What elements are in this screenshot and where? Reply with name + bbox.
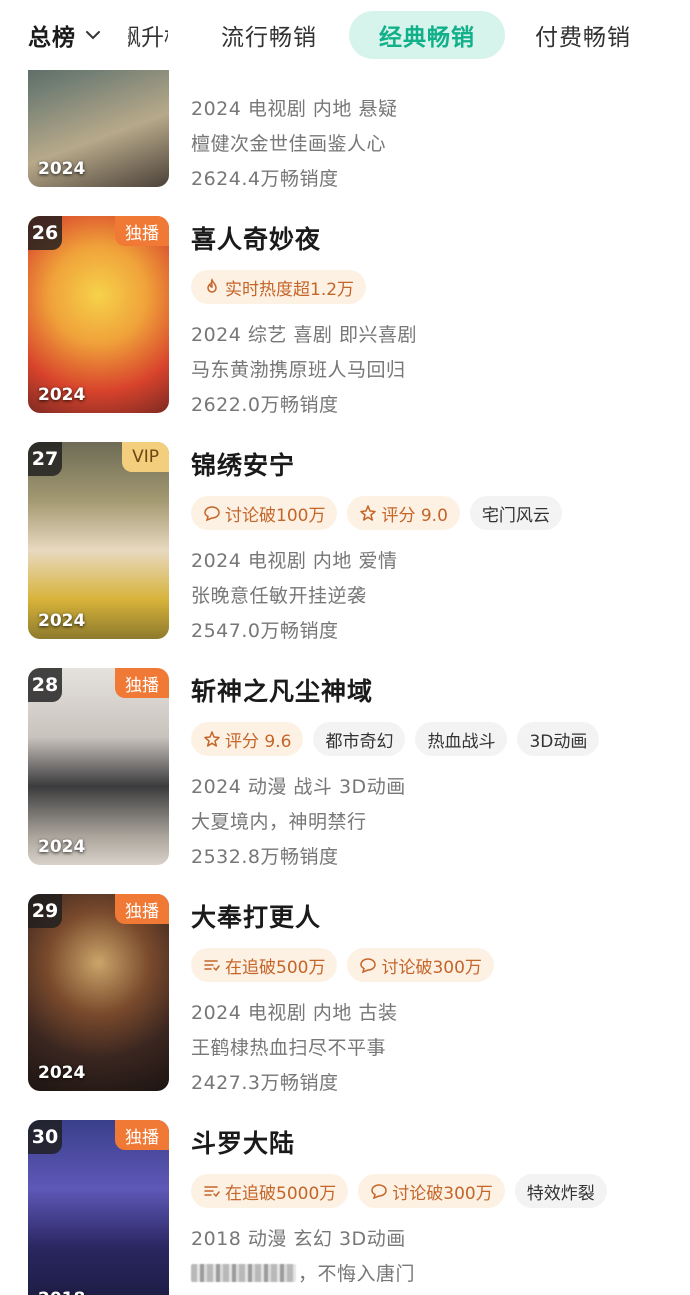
tag-label: 讨论破300万 xyxy=(381,957,482,978)
list-item[interactable]: 2024 2024 电视剧 内地 悬疑 檀健次金世佳画鉴人心 2624.4万畅销… xyxy=(0,70,690,216)
vip-badge: VIP xyxy=(122,442,169,472)
tag-label: 讨论破300万 xyxy=(392,1183,493,1204)
item-title[interactable]: 大奉打更人 xyxy=(191,898,321,934)
chat-bubble-icon xyxy=(204,506,220,522)
category-tab-bar: 总榜 飙升榜 流行畅销 经典畅销 付费畅销 xyxy=(0,0,690,70)
meta-line: 2024 电视剧 内地 悬疑 xyxy=(191,98,398,120)
tab-total-label: 总榜 xyxy=(28,25,76,51)
description: 大夏境内，神明禁行 xyxy=(191,811,367,833)
genre-tag: 热血战斗 xyxy=(415,722,508,756)
tab-paid-sales[interactable]: 付费畅销 xyxy=(535,18,631,52)
list-item[interactable]: 28 独播 2024 斩神之凡尘神域 评分 9.6 都市奇幻 热血战斗 3D动画… xyxy=(0,668,690,894)
poster-year: 2024 xyxy=(38,1063,86,1083)
description: 马东黄渤携原班人马回归 xyxy=(191,359,406,381)
meta-line: 2024 动漫 战斗 3D动画 xyxy=(191,776,406,798)
tag-list: 在追破500万 讨论破300万 xyxy=(191,948,494,982)
ranking-list: 2024 2024 电视剧 内地 悬疑 檀健次金世佳画鉴人心 2624.4万畅销… xyxy=(0,70,690,1295)
description: ，不悔入唐门 xyxy=(191,1259,415,1286)
hot-tag: 评分 9.6 xyxy=(191,722,304,756)
tag-label: 评分 9.0 xyxy=(381,505,448,526)
tag-label: 在追破500万 xyxy=(225,957,326,978)
chat-bubble-icon xyxy=(371,1184,388,1200)
rank-number: 27 xyxy=(28,442,62,476)
genre-tag: 宅门风云 xyxy=(469,496,562,530)
star-icon xyxy=(204,731,220,747)
item-title[interactable]: 喜人奇妙夜 xyxy=(191,220,321,256)
exclusive-badge: 独播 xyxy=(115,1120,169,1150)
rank-number: 30 xyxy=(28,1120,62,1154)
hot-tag: 讨论破300万 xyxy=(347,948,494,982)
exclusive-badge: 独播 xyxy=(115,216,169,246)
meta-line: 2024 综艺 喜剧 即兴喜剧 xyxy=(191,324,417,346)
poster[interactable]: 26 独播 2024 xyxy=(28,216,169,413)
sales-count: 2622.0万畅销度 xyxy=(191,394,339,416)
item-title[interactable]: 斗罗大陆 xyxy=(191,1124,295,1160)
tag-label: 讨论破100万 xyxy=(225,505,326,526)
tab-total-rank[interactable]: 总榜 xyxy=(28,18,102,52)
rank-number: 28 xyxy=(28,668,62,702)
rank-number: 26 xyxy=(28,216,62,250)
poster[interactable]: 28 独播 2024 xyxy=(28,668,169,865)
chevron-down-icon xyxy=(86,31,100,40)
genre-tag: 特效炸裂 xyxy=(514,1174,607,1208)
tab-partial-label: 飙升榜 xyxy=(128,25,168,51)
hot-tag: 实时热度超1.2万 xyxy=(191,270,367,304)
genre-tag: 3D动画 xyxy=(517,722,600,756)
poster-year: 2024 xyxy=(38,611,86,631)
list-item[interactable]: 26 独播 2024 喜人奇妙夜 实时热度超1.2万 2024 综艺 喜剧 即兴… xyxy=(0,216,690,442)
chat-bubble-icon xyxy=(360,958,377,974)
rank-number: 29 xyxy=(28,894,62,928)
tag-label: 实时热度超1.2万 xyxy=(225,279,355,300)
tab-classic-sales[interactable]: 经典畅销 xyxy=(349,11,505,59)
description-text: ，不悔入唐门 xyxy=(298,1263,416,1285)
follow-list-icon xyxy=(204,1186,220,1197)
meta-line: 2024 电视剧 内地 爱情 xyxy=(191,550,398,572)
description: 张晚意任敏开挂逆袭 xyxy=(191,585,367,607)
exclusive-badge: 独播 xyxy=(115,894,169,924)
poster[interactable]: 29 独播 2024 xyxy=(28,894,169,1091)
sales-count: 2547.0万畅销度 xyxy=(191,620,339,642)
poster-year: 2024 xyxy=(38,837,86,857)
genre-tag: 都市奇幻 xyxy=(313,722,406,756)
tag-label: 评分 9.6 xyxy=(225,731,292,752)
tag-label: 在追破5000万 xyxy=(225,1183,337,1204)
hot-tag: 讨论破100万 xyxy=(191,496,338,530)
redacted-text xyxy=(191,1264,296,1282)
item-title[interactable]: 锦绣安宁 xyxy=(191,446,295,482)
hot-tag: 在追破500万 xyxy=(191,948,338,982)
tag-list: 讨论破100万 评分 9.0 宅门风云 xyxy=(191,496,562,530)
list-item[interactable]: 30 独播 2018 斗罗大陆 在追破5000万 讨论破300万 特效炸裂 20… xyxy=(0,1120,690,1295)
tag-list: 评分 9.6 都市奇幻 热血战斗 3D动画 xyxy=(191,722,600,756)
flame-icon xyxy=(207,278,217,293)
description: 王鹤棣热血扫尽不平事 xyxy=(191,1037,387,1059)
hot-tag: 在追破5000万 xyxy=(191,1174,349,1208)
sales-count: 2427.3万畅销度 xyxy=(191,1072,339,1094)
meta-line: 2018 动漫 玄幻 3D动画 xyxy=(191,1228,406,1250)
hot-tag: 讨论破300万 xyxy=(358,1174,505,1208)
poster[interactable]: 2024 xyxy=(28,70,169,187)
hot-tag: 评分 9.0 xyxy=(347,496,460,530)
sales-count: 2624.4万畅销度 xyxy=(191,168,339,190)
tab-popular-sales[interactable]: 流行畅销 xyxy=(221,18,317,52)
list-item[interactable]: 29 独播 2024 大奉打更人 在追破500万 讨论破300万 2024 电视… xyxy=(0,894,690,1120)
poster-year: 2024 xyxy=(38,385,86,405)
follow-list-icon xyxy=(204,960,220,971)
poster[interactable]: 27 VIP 2024 xyxy=(28,442,169,639)
poster-year: 2024 xyxy=(38,159,86,179)
star-icon xyxy=(360,505,377,521)
item-title[interactable]: 斩神之凡尘神域 xyxy=(191,672,373,708)
tab-partial-rank[interactable]: 飙升榜 xyxy=(128,18,168,52)
tag-list: 在追破5000万 讨论破300万 特效炸裂 xyxy=(191,1174,607,1208)
description: 檀健次金世佳画鉴人心 xyxy=(191,133,387,155)
exclusive-badge: 独播 xyxy=(115,668,169,698)
meta-line: 2024 电视剧 内地 古装 xyxy=(191,1002,398,1024)
poster[interactable]: 30 独播 2018 xyxy=(28,1120,169,1295)
list-item[interactable]: 27 VIP 2024 锦绣安宁 讨论破100万 评分 9.0 宅门风云 202… xyxy=(0,442,690,668)
tag-list: 实时热度超1.2万 xyxy=(191,270,367,304)
poster-year: 2018 xyxy=(38,1289,85,1295)
sales-count: 2532.8万畅销度 xyxy=(191,846,339,868)
